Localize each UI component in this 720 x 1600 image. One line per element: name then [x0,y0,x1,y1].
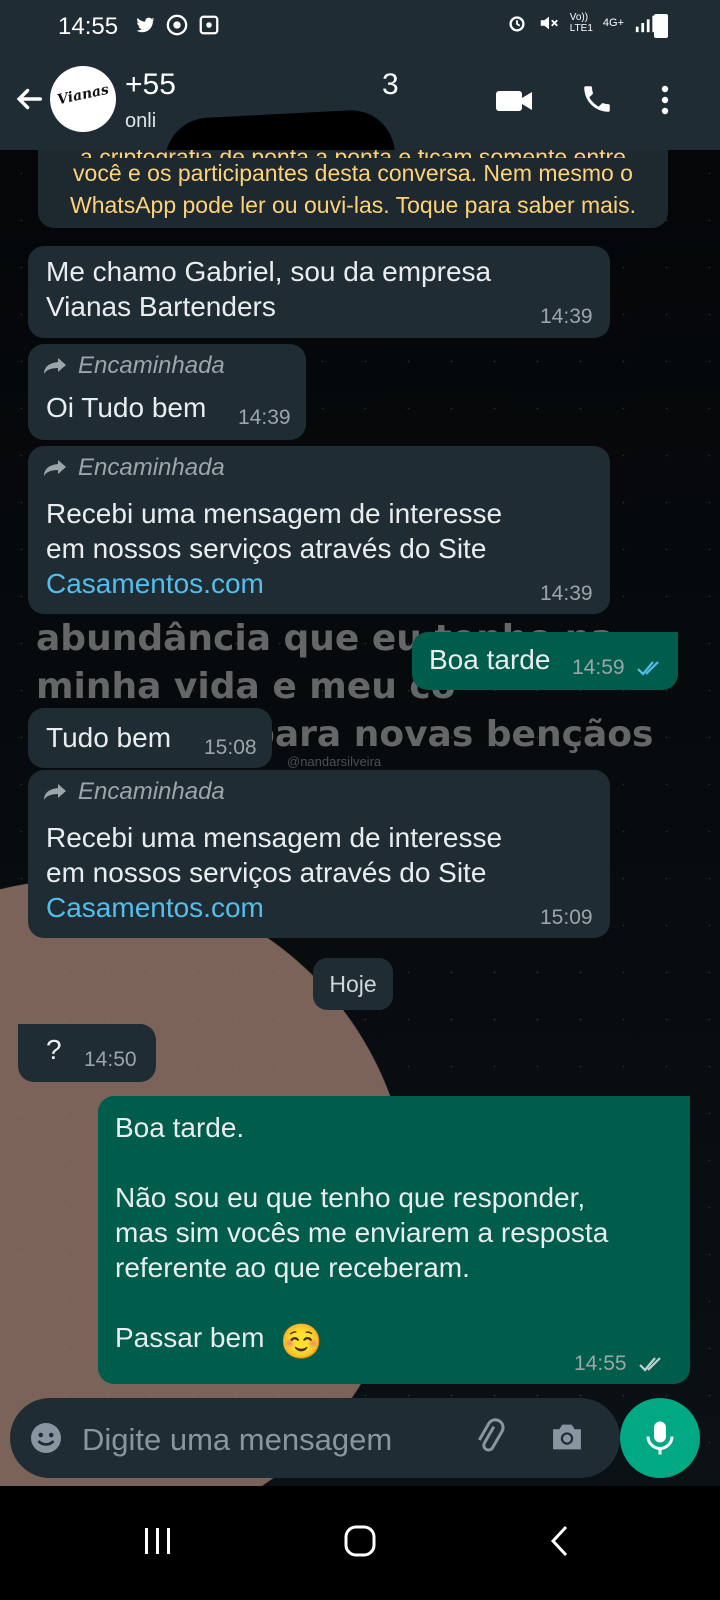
message-text: Oi Tudo bem [46,392,207,423]
more-vert-icon[interactable] [658,84,672,116]
message-text: Me chamo Gabriel, sou da empresa Vianas … [46,256,492,322]
forwarded-text: Encaminhada [78,454,225,481]
message-incoming[interactable]: Encaminhada Recebi uma mensagem de inter… [28,770,610,938]
mic-button[interactable] [620,1398,700,1478]
message-incoming[interactable]: Tudo bem 15:08 [28,708,272,768]
volte-label: Vo)) [569,12,589,23]
message-time: 14:39 [238,406,291,429]
wallpaper-handle: @nandarsilveira [287,754,382,769]
home-icon[interactable] [343,1524,377,1558]
notification-icons [134,14,220,36]
double-check-icon [639,1357,661,1372]
signal-icon [635,15,656,33]
attach-icon[interactable] [470,1418,510,1458]
message-time: 14:59 [572,656,625,679]
emoji-icon[interactable] [28,1420,64,1456]
message-time: 14:39 [540,582,593,605]
network-labels: Vo)) LTE1 [570,12,593,34]
message-text: Boa tarde [429,644,551,675]
lte-label: LTE1 [569,23,593,34]
forward-arrow-icon [44,784,66,800]
forward-arrow-icon [44,358,66,374]
phone-icon[interactable] [580,82,614,116]
navigation-bar [0,1486,720,1600]
message-input[interactable]: Digite uma mensagem [82,1422,392,1458]
4g-label: 4G+ [602,17,624,29]
forwarded-text: Encaminhada [78,778,225,805]
encryption-text-1: você e os participantes desta conversa. … [73,160,633,186]
date-divider: Hoje [313,958,393,1010]
message-time: 14:50 [84,1048,137,1071]
message-text: Recebi uma mensagem de interesse em noss… [46,498,503,564]
avatar-logo-text: Vianas [55,81,111,109]
back-nav-icon[interactable] [548,1524,572,1558]
status-time: 14:55 [58,13,119,40]
forwarded-label: Encaminhada [42,454,225,482]
message-text: Recebi uma mensagem de interesse em noss… [46,822,503,888]
message-incoming[interactable]: Encaminhada Recebi uma mensagem de inter… [28,446,610,614]
forwarded-label: Encaminhada [42,778,225,806]
message-time: 15:08 [204,736,257,759]
camera-icon[interactable] [548,1420,586,1454]
encryption-clipped-line: a criptografia de ponta a ponta e ficam … [38,150,668,158]
contact-number-end[interactable]: 3 [382,68,399,102]
message-text: Tudo bem [46,722,172,753]
battery-icon [654,14,668,38]
smile-emoji: ☺️ [280,1323,323,1361]
forwarded-text: Encaminhada [78,352,225,379]
message-text: ? [46,1034,62,1065]
message-incoming[interactable]: Encaminhada Oi Tudo bem 14:39 [28,344,306,440]
video-call-icon[interactable] [494,86,534,116]
alarm-icon [509,16,525,32]
recent-apps-icon[interactable] [142,1526,174,1556]
chat-background: abundância que eu tenho na minha vida e … [0,150,720,1486]
message-link[interactable]: Casamentos.com [46,890,264,925]
message-outgoing[interactable]: Boa tarde. Não sou eu que tenho que resp… [98,1096,690,1384]
forward-arrow-icon [44,460,66,476]
mic-icon [646,1421,674,1455]
message-outgoing[interactable]: Boa tarde 14:59 [412,632,678,690]
encryption-text-2: WhatsApp pode ler ou ouvi-las. Toque par… [70,192,636,218]
message-incoming[interactable]: ? 14:50 [18,1024,156,1082]
system-icons: Vo)) LTE1 4G+ [506,12,656,34]
twitter-icon [134,14,156,36]
contact-status: onli [125,110,157,132]
chrome-icon [166,14,188,36]
back-arrow-icon[interactable] [12,82,46,116]
chat-header: Vianas +55 3 onli [0,52,720,208]
message-time: 14:55 [574,1352,627,1375]
status-bar: 14:55 Vo)) LTE1 4G+ [0,0,720,52]
encryption-notice[interactable]: a criptografia de ponta a ponta e ficam … [38,150,668,228]
message-time: 15:09 [540,906,593,929]
message-time: 14:39 [540,305,593,328]
forwarded-label: Encaminhada [42,352,225,380]
message-incoming[interactable]: Me chamo Gabriel, sou da empresa Vianas … [28,246,610,338]
contact-number-start[interactable]: +55 [125,68,176,102]
avatar[interactable]: Vianas [50,66,116,132]
message-link[interactable]: Casamentos.com [46,566,264,601]
mute-icon [540,16,558,30]
screenshot-icon [198,14,220,36]
message-text: Boa tarde. Não sou eu que tenho que resp… [115,1112,609,1353]
double-check-icon [637,661,659,676]
